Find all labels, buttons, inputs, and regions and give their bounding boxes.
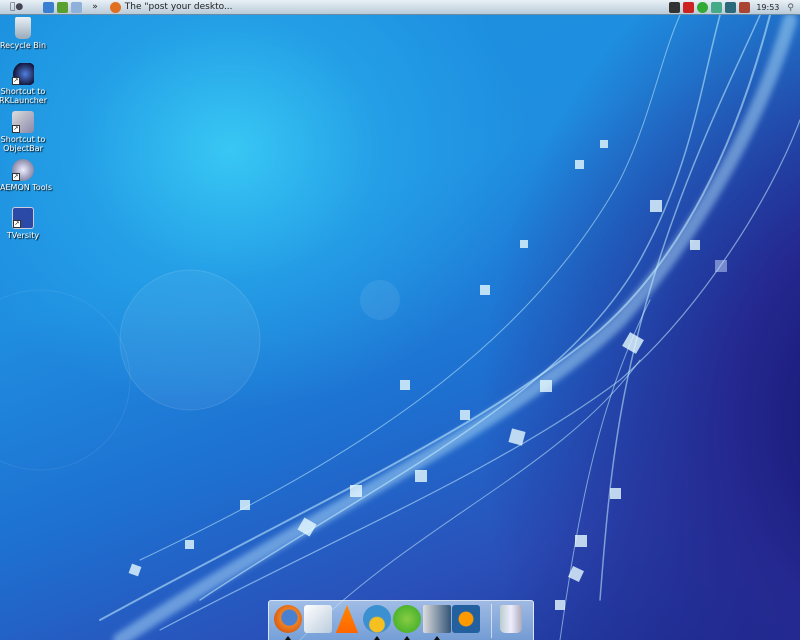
active-window-title[interactable]: The "post your deskto... [125,2,233,12]
overflow-chevron[interactable]: » [92,1,98,14]
dock-media-center-icon[interactable] [423,605,451,633]
clock[interactable]: 19:53 [756,3,779,12]
dock-firefox-icon[interactable] [274,605,302,633]
red-app-icon[interactable] [683,2,695,13]
volume-icon[interactable] [739,2,751,13]
running-indicator [434,636,440,640]
dock-wmp-icon[interactable] [452,605,480,633]
desktop-icon-label: TVersity [6,231,40,240]
desktop-icon-label: Shortcut to RKLauncher [0,87,47,105]
rklauncher-icon: ↗ [12,63,34,85]
quicklaunch-tv-icon[interactable] [57,1,69,13]
recycle-bin-icon [15,17,31,39]
running-indicator [404,636,410,640]
objectbar-icon: ↗ [12,111,34,133]
running-indicator [374,636,380,640]
dock-separator [491,604,492,638]
search-icon[interactable]: ⚲ [787,3,794,13]
quicklaunch-itunes-icon[interactable] [71,1,83,13]
running-indicator [285,636,291,640]
wallpaper [0,13,800,640]
quicklaunch-app-icon[interactable] [43,1,55,13]
firefox-icon [109,1,121,13]
dock-messenger-icon[interactable] [363,605,391,633]
messenger-tray-icon[interactable] [711,2,723,13]
dock-vlc-icon[interactable] [335,605,359,633]
monitor-icon[interactable] [669,2,681,13]
desktop-icon-objectbar[interactable]: ↗ Shortcut to ObjectBar [0,111,53,153]
tversity-icon: ↗ [12,207,34,229]
desktop-icon-label: Shortcut to ObjectBar [0,135,46,153]
network-icon[interactable] [725,2,737,13]
dock-trash-icon[interactable] [500,605,522,633]
desktop-icon-label: DAEMON Tools [0,183,52,192]
utorrent-tray-icon[interactable] [697,2,709,13]
desktop-icon-label: Recycle Bin [0,41,47,50]
system-tray: 19:53 ⚲ [666,0,800,15]
desktop-icon-tversity[interactable]: ↗ TVersity [0,207,53,240]
daemon-tools-icon: ↗ [12,159,34,181]
desktop-icon-rklauncher[interactable]: ↗ Shortcut to RKLauncher [0,63,53,105]
desktop-icon-daemon-tools[interactable]: ↗ DAEMON Tools [0,159,53,192]
dock-writer-icon[interactable] [304,605,332,633]
dock-utorrent-icon[interactable] [393,605,421,633]
desktop-icon-recycle-bin[interactable]: Recycle Bin [0,17,53,50]
apple-icon[interactable]: ● [10,1,23,14]
top-menubar: ● » The "post your deskto... 19:53 ⚲ [0,0,800,15]
dock [268,600,534,640]
